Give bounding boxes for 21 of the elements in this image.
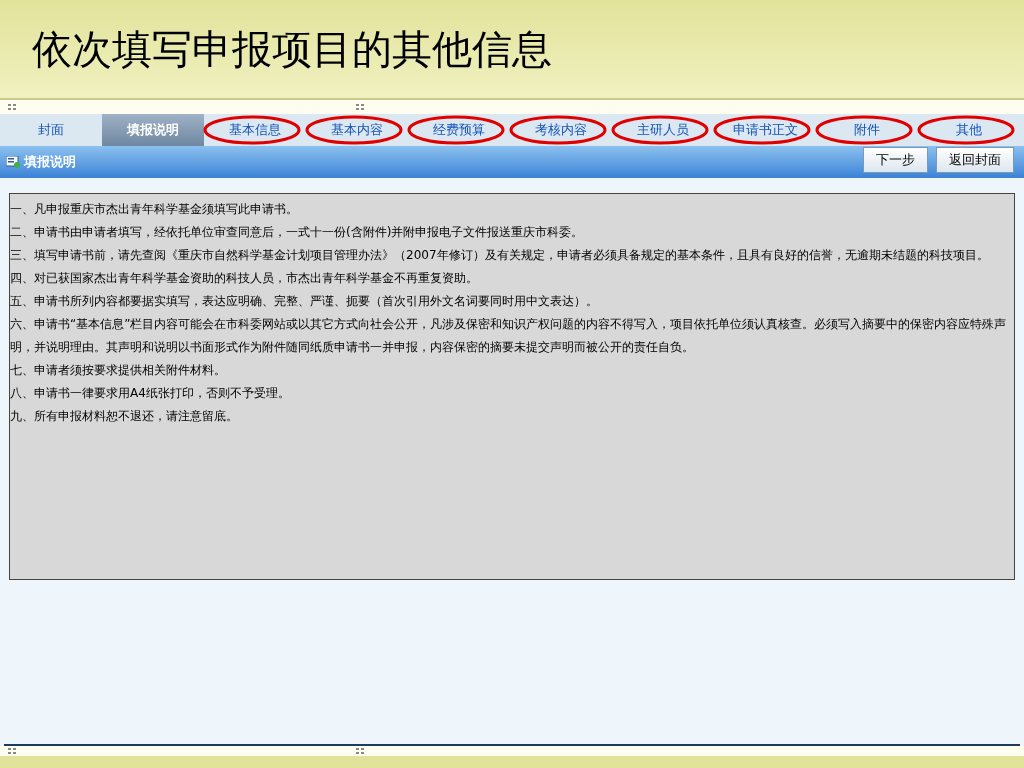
form-icon <box>6 156 20 168</box>
grip-icon <box>8 748 16 754</box>
instruction-text: 五、申请书所列内容都要据实填写，表达应明确、完整、严谨、扼要（首次引用外文名词要同时用中文表达）。 <box>10 293 599 310</box>
instruction-text: 三、填写申请书前，请先查阅《重庆市自然科学基金计划项目管理办法》（2007年修订）及有关规定，申请者必须具备规定的基本条件，且具有良好的信誉，无逾期未结题的科技项目。 <box>10 247 990 264</box>
grip-icon <box>356 104 364 110</box>
slide-title: 依次填写申报项目的其他信息 <box>32 29 552 69</box>
nav-button[interactable]: 返回封面 <box>936 147 1014 173</box>
instruction-text: 九、所有申报材料恕不退还，请注意留底。 <box>10 408 239 425</box>
nav-button[interactable]: 下一步 <box>863 147 928 173</box>
grip-icon <box>356 748 364 754</box>
instruction-text: 四、对已获国家杰出青年科学基金资助的科技人员，市杰出青年科学基金不再重复资助。 <box>10 270 479 287</box>
section-title: 填报说明 <box>24 153 76 172</box>
instruction-text: 一、凡申报重庆市杰出青年科学基金须填写此申请书。 <box>10 201 299 218</box>
instruction-text: 八、申请书一律要求用A4纸张打印，否则不予受理。 <box>10 385 291 402</box>
instruction-text: 二、申请书由申请者填写，经依托单位审查同意后，一式十一份(含附件)并附申报电子文件报送重庆市科委。 <box>10 224 585 241</box>
tab[interactable]: 其他 <box>956 120 982 140</box>
tab[interactable]: 附件 <box>854 120 880 140</box>
grip-icon <box>8 104 16 110</box>
tab[interactable]: 封面 <box>38 120 64 140</box>
instruction-text: 七、申请者须按要求提供相关附件材料。 <box>10 362 227 379</box>
instruction-text: 六、申请书“基本信息”栏目内容可能会在市科委网站或以其它方式向社会公开，凡涉及保密和知识产权问题的内容不得写入，项目依托单位须认真核查。必须写入摘要中的保密内容应特殊声明，并说明理由。其声明和说明以书面形式作为附件随同纸质申请书一并申报，内容保密的摘要未提交声明而被公开的责任自负。 <box>10 316 1008 356</box>
